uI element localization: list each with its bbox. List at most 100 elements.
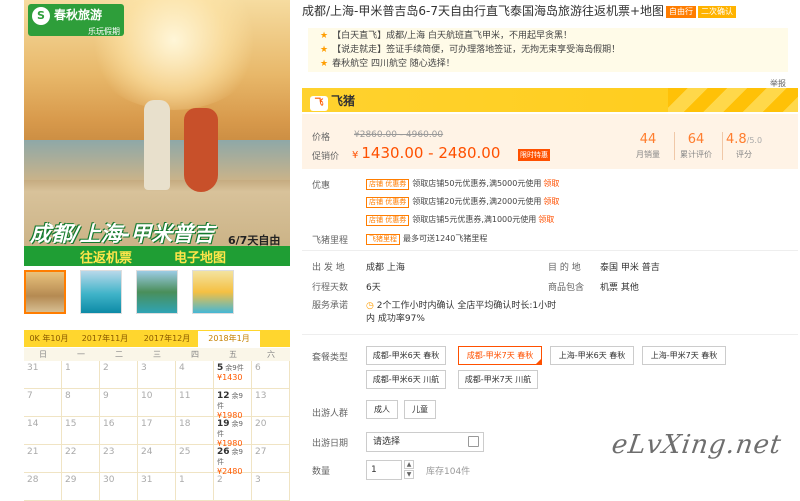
currency-symbol: ¥: [352, 150, 359, 161]
stock-text: 库存104件: [426, 467, 471, 477]
quantity-up-icon[interactable]: ▲: [404, 460, 414, 469]
people-child-option[interactable]: 儿童: [404, 400, 436, 419]
calendar-day-number: 25: [179, 447, 191, 457]
calendar-day-number: 29: [65, 475, 77, 485]
left-panel: S春秋旅游 乐玩假期 成都/上海-甲米普吉 6/7天自由行 往返机票 电子地图 …: [0, 0, 290, 501]
calendar-day-cell: 3: [252, 473, 290, 501]
total-reviews[interactable]: 64 累计评价: [670, 132, 722, 160]
thumbnail-2[interactable]: [80, 270, 122, 314]
feizhu-stripe: [668, 88, 798, 112]
calendar-day-cell: 11: [176, 389, 214, 417]
right-panel: 成都/上海-甲米普吉岛6-7天自由行直飞泰国海岛旅游往返机票+地图 自由行 二次确认…: [290, 0, 800, 482]
coupon-tag: 店铺 优惠券: [366, 197, 410, 208]
calendar-tab-month-3[interactable]: 2017年12月: [136, 331, 198, 347]
thumbnail-4[interactable]: [192, 270, 234, 314]
coupon-claim-link[interactable]: 领取: [543, 179, 559, 188]
highlight-item: ★ 【说走就走】签证手续简便，可办理落地签证，无拘无束享受海岛假期！: [320, 43, 788, 57]
coupon-tag: 店铺 优惠券: [366, 179, 410, 190]
calendar-tab-month-1[interactable]: 0K 年10月: [24, 331, 74, 347]
coupon-claim-link[interactable]: 领取: [543, 197, 559, 206]
package-option-5[interactable]: 成都-甲米6天 川航: [366, 370, 446, 389]
brand-logo: S 春秋旅游 乐玩假期: [28, 4, 124, 36]
coupon-claim-link[interactable]: 领取: [538, 215, 554, 224]
service-value-text: 2个工作小时内确认 全店平均确认时长:1小时: [376, 301, 557, 311]
promo-price: ¥1430.00 - 2480.00: [352, 144, 500, 162]
brand-logo-main: 春秋旅游: [54, 8, 103, 22]
thumbnail-1[interactable]: [24, 270, 66, 314]
calendar-day-cell: 29: [62, 473, 100, 501]
calendar-icon: [468, 436, 479, 447]
calendar-day-number: 28: [27, 475, 39, 485]
depart-value: 成都 上海: [366, 263, 405, 273]
includes-value: 机票 其他: [600, 283, 639, 293]
calendar-day-cell: 14: [24, 417, 62, 445]
total-reviews-value: 64: [687, 132, 705, 147]
rating-value: 4.8: [725, 132, 747, 147]
calendar-day-number: 5: [217, 363, 224, 373]
coupon-item: 店铺 优惠券 领取店铺20元优惠券,满2000元使用 领取: [366, 196, 559, 208]
monthly-sales-label: 月销量: [636, 150, 660, 159]
service-label: 服务承诺: [312, 301, 349, 311]
calendar-day-number: 1: [65, 363, 71, 373]
coupon-item: 店铺 优惠券 领取店铺5元优惠券,满1000元使用 领取: [366, 214, 554, 226]
calendar-day-number: 1: [179, 475, 185, 485]
calendar-day-cell: 28: [24, 473, 62, 501]
package-option-2[interactable]: 成都-甲米7天 春秋: [458, 346, 542, 365]
calendar-day-number: 10: [141, 391, 153, 401]
calendar-tab-month-4[interactable]: 2018年1月: [198, 331, 260, 347]
date-placeholder: 请选择: [373, 437, 401, 447]
highlight-item: ★ 春秋航空 四川航空 随心选择！: [320, 57, 788, 71]
quantity-down-icon[interactable]: ▼: [404, 470, 414, 479]
calendar-day-cell[interactable]: 12 余9件 ¥1980: [214, 389, 252, 420]
calendar-day-number: 24: [141, 447, 153, 457]
calendar-day-cell: 22: [62, 445, 100, 473]
calendar-day-cell[interactable]: 26 余9件 ¥2480: [214, 445, 252, 476]
banner-title: 成都/上海-甲米普吉: [30, 222, 215, 246]
total-reviews-label: 累计评价: [680, 150, 712, 159]
main-product-image[interactable]: S春秋旅游 乐玩假期 成都/上海-甲米普吉 6/7天自由行: [24, 0, 290, 266]
calendar-day-number: 6: [255, 363, 261, 373]
package-option-4[interactable]: 上海-甲米7天 春秋: [642, 346, 726, 365]
calendar-day-cell: 20: [252, 417, 290, 445]
calendar-day-cell: 10: [138, 389, 176, 417]
star-icon: ★: [320, 59, 329, 69]
brand-logo-sub: 乐玩假期: [88, 26, 120, 36]
price-label: 价格: [312, 133, 331, 143]
weekday-label: 一: [77, 350, 85, 359]
calendar-day-number: 16: [103, 419, 115, 429]
feizhu-bar: 飞飞猪: [302, 88, 798, 112]
beach-person-man: [144, 100, 170, 190]
calendar-weekday-header: 日 一 二 三 四 五 六: [24, 348, 290, 361]
calendar-day-number: 7: [27, 391, 33, 401]
product-title-text: 成都/上海-甲米普吉岛6-7天自由行直飞泰国海岛旅游往返机票+地图: [302, 4, 665, 18]
calendar-day-cell: 15: [62, 417, 100, 445]
calendar-day-cell[interactable]: 5 余9件 ¥1430: [214, 361, 252, 389]
calendar-day-number: 2: [103, 363, 109, 373]
calendar-day-number: 8: [65, 391, 71, 401]
highlight-text: 成都/上海 白天航班直飞甲米，不用起早贪黑！: [386, 31, 572, 41]
calendar-tab-month-2[interactable]: 2017年11月: [74, 331, 136, 347]
tag-reconfirm: 二次确认: [698, 5, 737, 18]
calendar-day-number: 3: [141, 363, 147, 373]
thumbnail-3[interactable]: [136, 270, 178, 314]
package-option-3[interactable]: 上海-甲米6天 春秋: [550, 346, 634, 365]
date-select-input[interactable]: 请选择: [366, 432, 484, 452]
people-adult-option[interactable]: 成人: [366, 400, 398, 419]
calendar-day-cell: 4: [176, 361, 214, 389]
calendar-day-cell[interactable]: 19 余9件 ¥1980: [214, 417, 252, 448]
calendar-day-cell: 31: [138, 473, 176, 501]
destination-label: 目 的 地: [548, 263, 581, 273]
clock-icon: ◷: [366, 301, 374, 311]
tag-free-travel: 自由行: [666, 5, 697, 18]
calendar-remaining: 余9件: [225, 364, 244, 372]
coupon-item: 店铺 优惠券 领取店铺50元优惠券,满5000元使用 领取: [366, 178, 559, 190]
weekday-label: 五: [229, 350, 237, 359]
quantity-input[interactable]: 1: [366, 460, 402, 480]
calendar-day-number: 23: [103, 447, 115, 457]
people-label: 出游人群: [312, 409, 349, 419]
coupon-label: 优惠: [312, 181, 331, 191]
highlight-key: 【说走就走】: [332, 45, 387, 55]
service-value-2: 内 成功率97%: [366, 314, 425, 324]
package-option-6[interactable]: 成都-甲米7天 川航: [458, 370, 538, 389]
package-option-1[interactable]: 成都-甲米6天 春秋: [366, 346, 446, 365]
